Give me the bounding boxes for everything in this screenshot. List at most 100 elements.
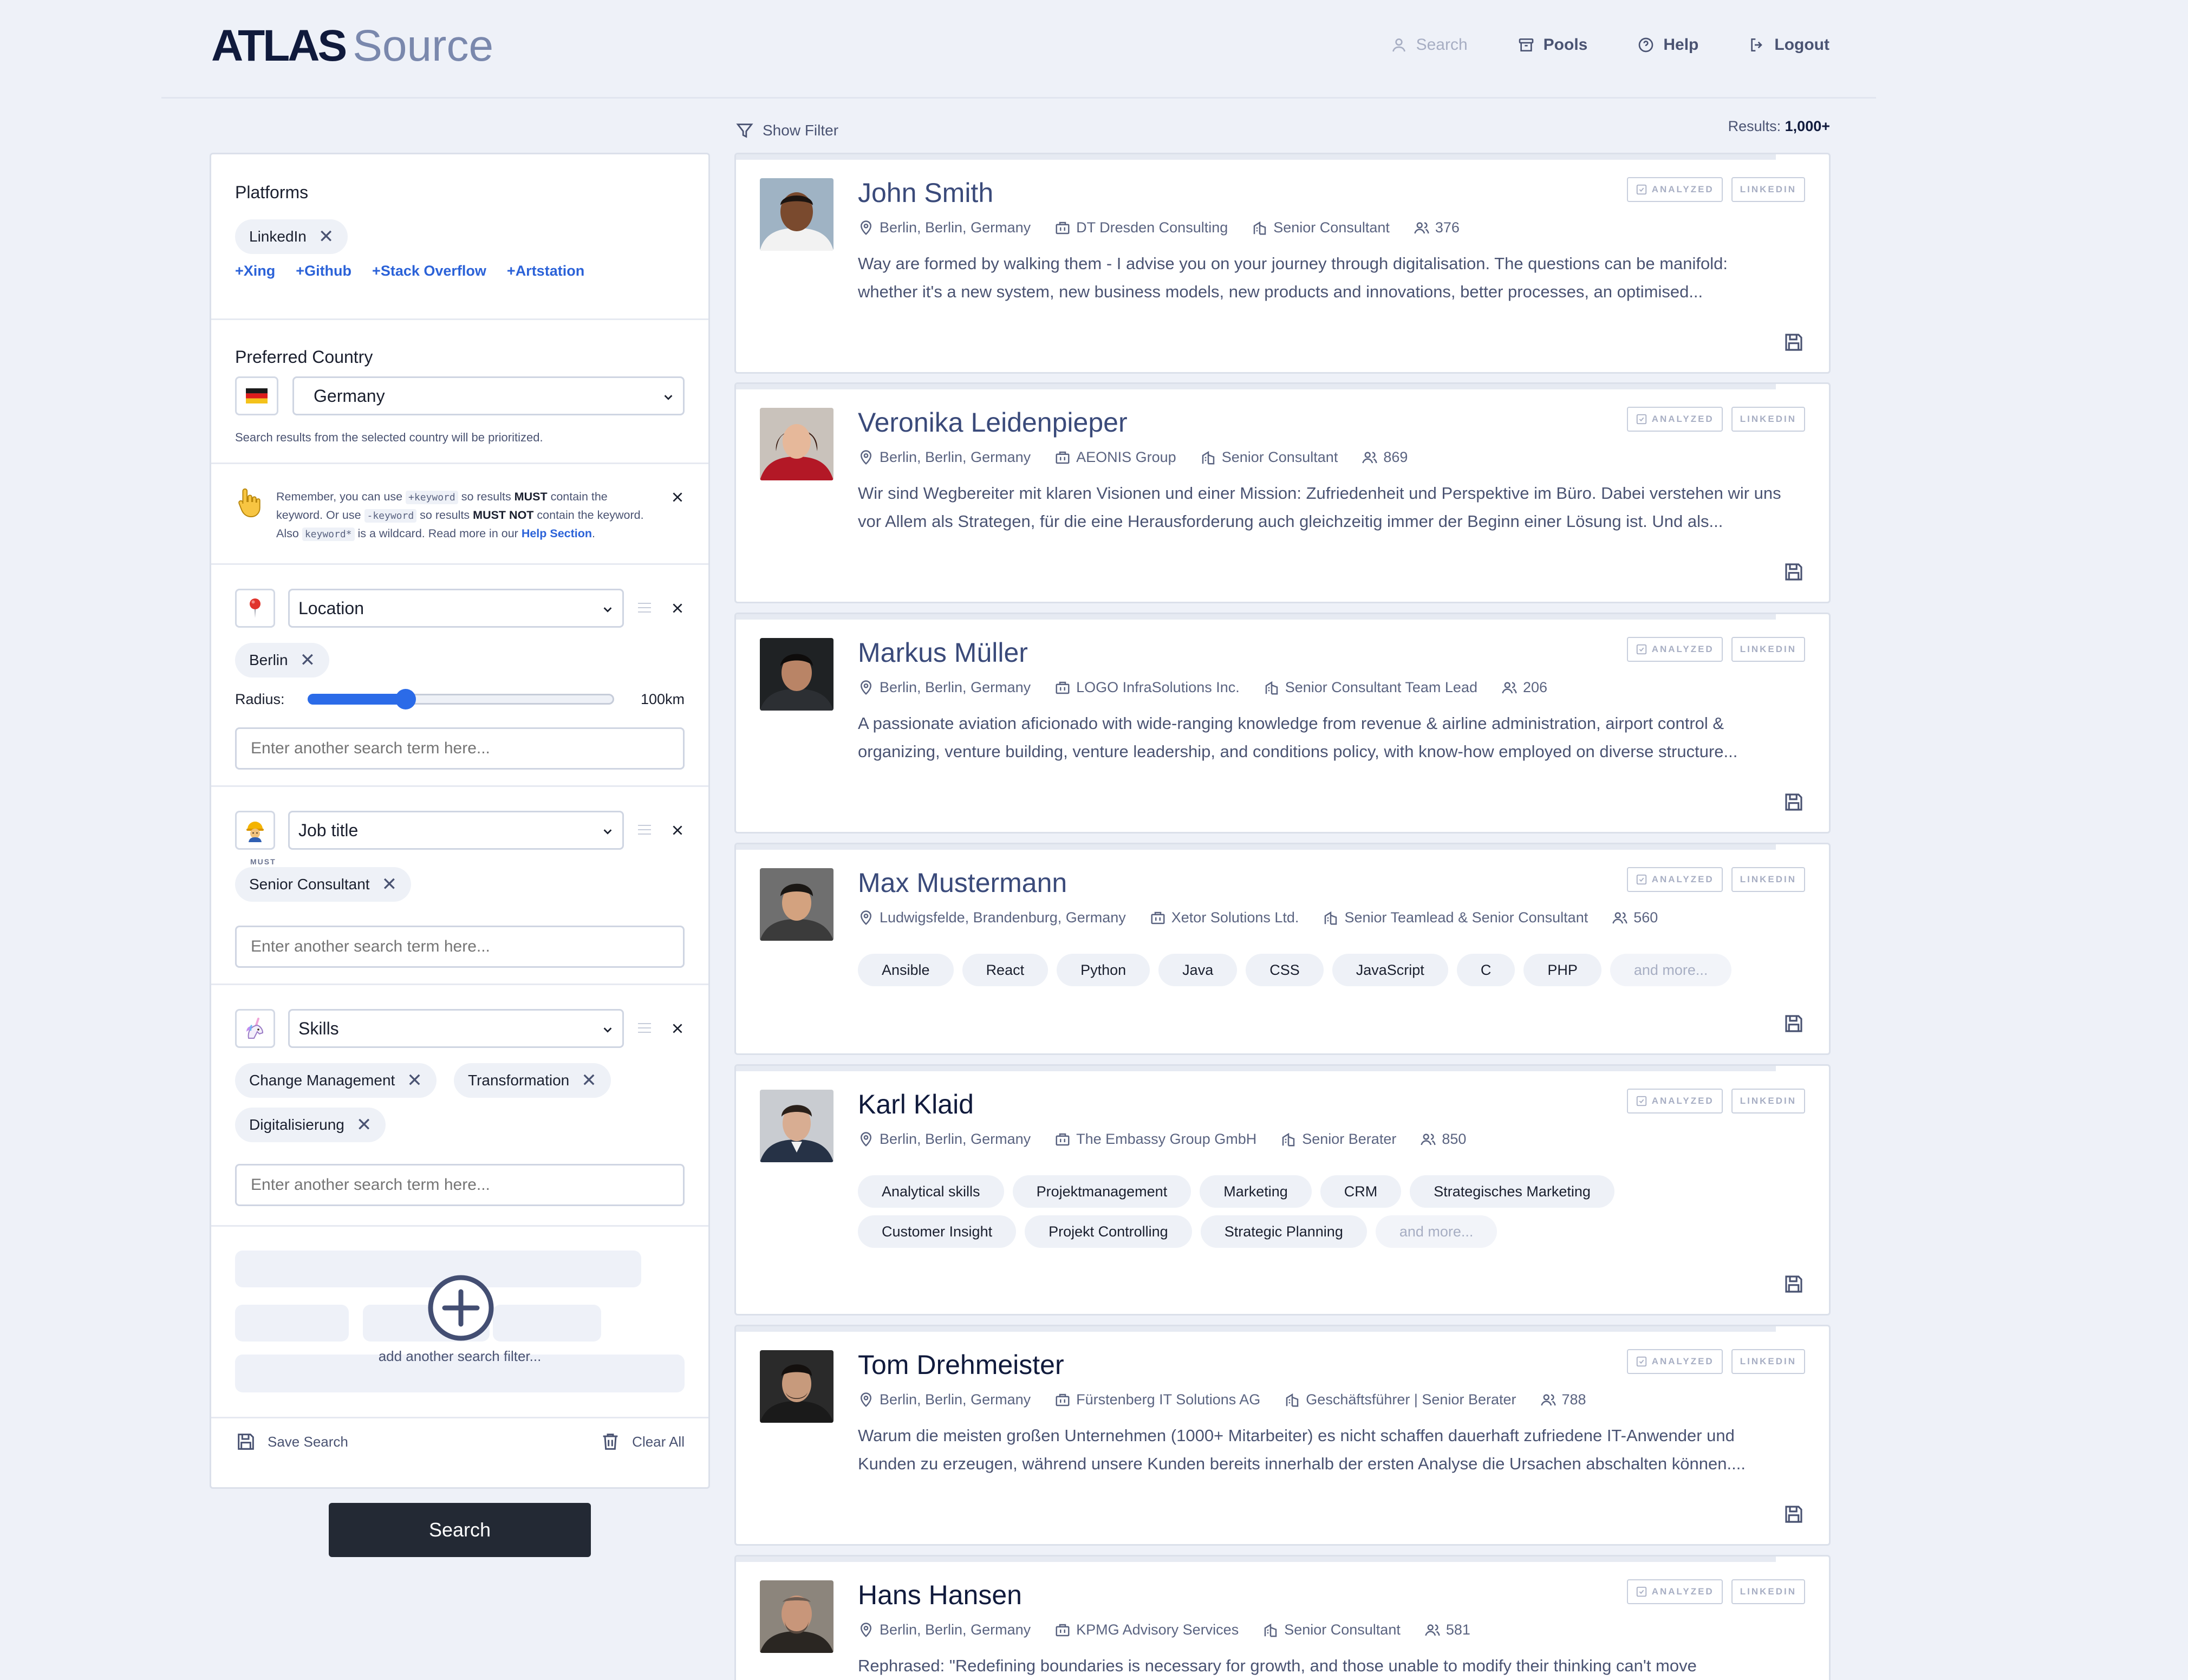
save-candidate-icon[interactable]	[1782, 1503, 1805, 1526]
add-prefix: +	[296, 263, 305, 279]
radius-slider-handle[interactable]	[395, 689, 416, 709]
close-reminder-icon[interactable]	[670, 490, 685, 504]
remove-filter-icon[interactable]	[670, 1021, 685, 1036]
candidate-name[interactable]: Veronika Leidenpieper	[858, 407, 1128, 438]
logo[interactable]: ATLAS Source	[211, 24, 493, 68]
meta-location-text: Berlin, Berlin, Germany	[880, 1391, 1031, 1408]
candidate-name[interactable]: Karl Klaid	[858, 1089, 974, 1120]
skill-tag: PHP	[1523, 954, 1601, 986]
add-platform-github[interactable]: +Github	[296, 263, 351, 279]
help-section-link[interactable]: Help Section	[522, 527, 592, 540]
remove-filter-icon[interactable]	[670, 601, 685, 615]
candidate-name[interactable]: Tom Drehmeister	[858, 1349, 1064, 1381]
skill-chip: Change Management ✕	[235, 1063, 437, 1098]
country-title: Preferred Country	[235, 347, 373, 367]
meta-title-text: Senior Consultant	[1221, 449, 1338, 465]
jobtitle-field-select[interactable]: Job title	[288, 811, 624, 850]
jobtitle-search-input[interactable]	[235, 926, 685, 968]
user-search-icon	[1392, 38, 1405, 52]
skill-tag: CRM	[1320, 1175, 1402, 1208]
add-filter-label[interactable]: add another search filter...	[211, 1348, 708, 1365]
remove-chip-icon[interactable]: ✕	[300, 651, 316, 669]
candidate-card[interactable]: Tom Drehmeister Berlin, Berlin, Germany …	[734, 1325, 1831, 1546]
candidate-name[interactable]: Max Mustermann	[858, 867, 1067, 898]
reminder-part: Remember, you can use	[276, 490, 406, 503]
nav-pools[interactable]: Pools	[1518, 36, 1587, 54]
filter-sidebar: Platforms LinkedIn ✕ +Xing +Github +Stac…	[210, 153, 710, 1489]
reminder-code-wildcard: keyword*	[302, 528, 355, 541]
add-platform-label: Stack Overflow	[380, 263, 486, 279]
save-candidate-icon[interactable]	[1782, 331, 1805, 354]
search-button[interactable]: Search	[329, 1503, 591, 1557]
candidate-skills: Analytical skills Projektmanagement Mark…	[858, 1175, 1643, 1248]
clear-all-button[interactable]: Clear All	[600, 1431, 685, 1453]
meta-location-text: Ludwigsfelde, Brandenburg, Germany	[880, 909, 1126, 926]
meta-connections-text: 850	[1442, 1131, 1467, 1147]
show-filter-button[interactable]: Show Filter	[735, 121, 838, 140]
candidate-meta: Ludwigsfelde, Brandenburg, Germany Xetor…	[858, 909, 1658, 926]
more-skills-tag[interactable]: and more...	[1610, 954, 1732, 986]
remove-chip-icon[interactable]: ✕	[407, 1071, 422, 1090]
add-platform-artstation[interactable]: +Artstation	[507, 263, 584, 279]
nav-help[interactable]: Help	[1637, 36, 1698, 54]
drag-handle-icon[interactable]	[637, 824, 652, 836]
office-building-icon	[1265, 681, 1278, 694]
save-candidate-icon[interactable]	[1782, 791, 1805, 813]
location-filter: Location Berlin ✕ Radius: 100km	[211, 565, 708, 787]
card-badges: ANALYZED LINKEDIN	[1626, 1349, 1805, 1374]
archive-icon	[1519, 38, 1534, 51]
building-icon	[1056, 681, 1070, 694]
meta-company: LOGO InfraSolutions Inc.	[1054, 679, 1240, 696]
save-candidate-icon[interactable]	[1782, 1273, 1805, 1295]
candidate-skills: Ansible React Python Java CSS JavaScript…	[858, 954, 1795, 986]
location-field-select[interactable]: Location	[288, 589, 624, 628]
chevron-down-icon	[603, 607, 612, 613]
drag-handle-icon[interactable]	[637, 602, 652, 614]
meta-location-text: Berlin, Berlin, Germany	[880, 1131, 1031, 1147]
candidate-card[interactable]: John Smith Berlin, Berlin, Germany DT Dr…	[734, 153, 1831, 374]
meta-location: Berlin, Berlin, Germany	[858, 679, 1031, 696]
candidate-name[interactable]: Hans Hansen	[858, 1579, 1022, 1611]
check-square-icon	[1636, 874, 1646, 885]
results-count: Results: 1,000+	[1728, 118, 1830, 135]
add-platform-xing[interactable]: +Xing	[235, 263, 275, 279]
reminder-code-plus: +keyword	[406, 491, 458, 504]
nav-logout[interactable]: Logout	[1748, 36, 1829, 54]
building-icon	[1056, 1624, 1070, 1636]
skill-chip: Digitalisierung ✕	[235, 1108, 386, 1142]
add-platform-stackoverflow[interactable]: +Stack Overflow	[372, 263, 486, 279]
add-filter-plus-icon[interactable]	[427, 1274, 494, 1342]
country-select[interactable]: Germany	[292, 376, 685, 415]
skill-tag: Ansible	[858, 954, 954, 986]
nav-search[interactable]: Search	[1390, 36, 1468, 54]
remove-chip-icon[interactable]: ✕	[382, 875, 398, 894]
location-search-input[interactable]	[235, 727, 685, 770]
candidate-card[interactable]: Veronika Leidenpieper Berlin, Berlin, Ge…	[734, 382, 1831, 603]
drag-handle-icon[interactable]	[637, 1022, 652, 1034]
save-candidate-icon[interactable]	[1782, 1012, 1805, 1035]
analyzed-badge-label: ANALYZED	[1651, 1586, 1714, 1597]
reminder-part: is a wildcard. Read more in our	[354, 527, 522, 540]
linkedin-badge-label: LINKEDIN	[1740, 414, 1796, 424]
map-pin-icon	[860, 1131, 872, 1147]
skills-field-select[interactable]: Skills	[288, 1009, 624, 1048]
save-search-button[interactable]: Save Search	[235, 1431, 348, 1453]
candidate-card[interactable]: Markus Müller Berlin, Berlin, Germany LO…	[734, 613, 1831, 834]
candidate-name[interactable]: Markus Müller	[858, 637, 1028, 668]
candidate-name[interactable]: John Smith	[858, 177, 993, 209]
remove-chip-icon[interactable]: ✕	[356, 1116, 372, 1134]
candidate-card[interactable]: Karl Klaid Berlin, Berlin, Germany The E…	[734, 1064, 1831, 1316]
meta-connections: 376	[1414, 219, 1460, 236]
meta-company-text: LOGO InfraSolutions Inc.	[1076, 679, 1240, 695]
remove-chip-icon[interactable]: ✕	[581, 1071, 597, 1090]
skill-tag: Python	[1057, 954, 1150, 986]
skills-search-input[interactable]	[235, 1164, 685, 1206]
avatar	[760, 1350, 833, 1423]
remove-chip-icon[interactable]: ✕	[318, 227, 334, 246]
candidate-card[interactable]: Max Mustermann Ludwigsfelde, Brandenburg…	[734, 843, 1831, 1055]
remove-filter-icon[interactable]	[670, 823, 685, 837]
candidate-card[interactable]: Hans Hansen Berlin, Berlin, Germany KPMG…	[734, 1555, 1831, 1680]
more-skills-tag[interactable]: and more...	[1375, 1215, 1497, 1248]
location-icon-box	[235, 589, 275, 628]
save-candidate-icon[interactable]	[1782, 561, 1805, 583]
